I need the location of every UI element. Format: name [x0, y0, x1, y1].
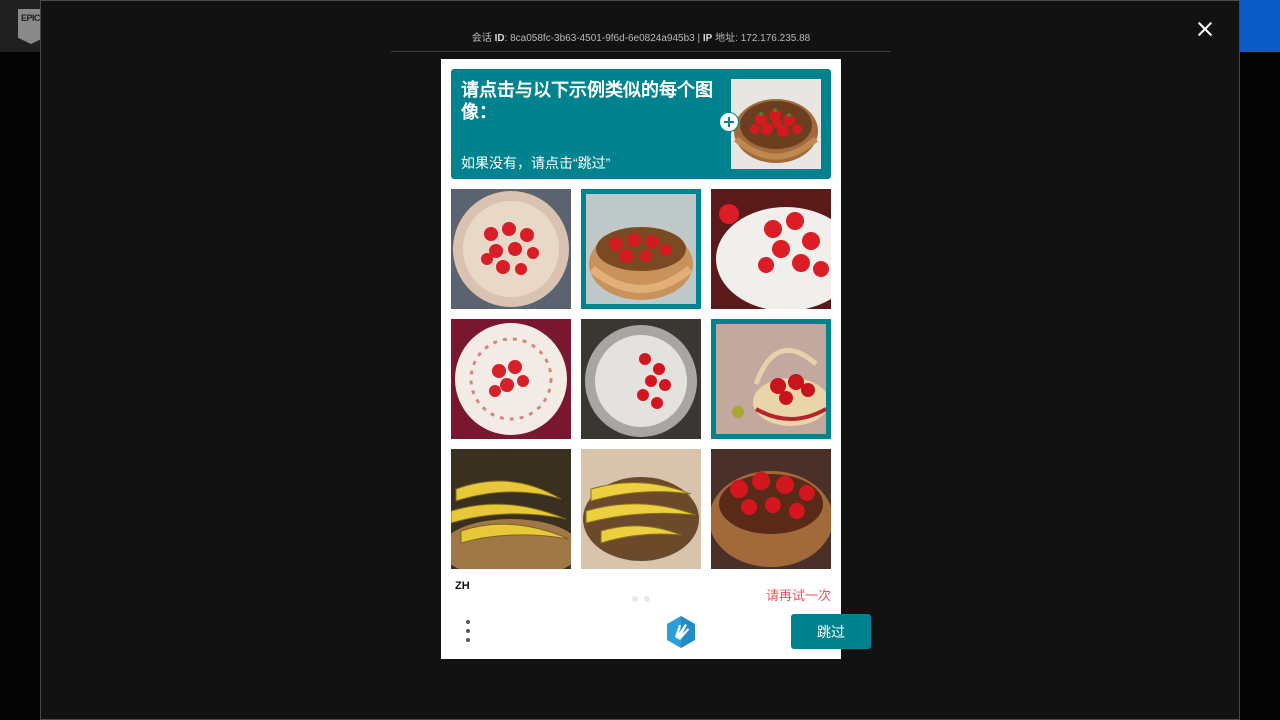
image-tile-2[interactable] [581, 189, 701, 309]
prompt-title: 请点击与以下示例类似的每个图像： [461, 80, 713, 122]
session-id-label: ID [494, 33, 505, 44]
prompt-panel: 请点击与以下示例类似的每个图像： 如果没有，请点击“跳过” [451, 69, 831, 179]
image-tile-1[interactable] [451, 189, 571, 309]
image-tile-3[interactable] [711, 189, 831, 309]
example-image [731, 79, 821, 169]
captcha-modal: 会话 ID: 8ca058fc-3b63-4501-9f6d-6e0824a94… [40, 0, 1240, 720]
add-icon [719, 112, 739, 132]
close-icon[interactable] [1193, 17, 1217, 41]
ip-label: IP [702, 33, 713, 44]
image-tile-9[interactable] [711, 449, 831, 569]
captcha-widget: 请点击与以下示例类似的每个图像： 如果没有，请点击“跳过” ZH 请再试一次 跳… [441, 59, 871, 659]
image-tile-4[interactable] [451, 319, 571, 439]
skip-button[interactable]: 跳过 [791, 614, 871, 649]
language-selector[interactable]: ZH [455, 580, 470, 592]
image-grid [451, 189, 831, 569]
image-tile-7[interactable] [451, 449, 571, 569]
image-tile-8[interactable] [581, 449, 701, 569]
page-dot-2 [644, 596, 650, 602]
session-id-prefix: 会话 [471, 33, 492, 44]
session-id-value: 8ca058fc-3b63-4501-9f6d-6e0824a945b3 [510, 33, 695, 44]
prompt-subtitle: 如果没有，请点击“跳过” [461, 155, 611, 171]
divider [391, 51, 891, 52]
image-tile-6[interactable] [711, 319, 831, 439]
more-vertical-icon[interactable] [461, 617, 475, 647]
ip-value: 172.176.235.88 [740, 33, 811, 44]
hcaptcha-logo-icon [665, 615, 697, 649]
session-info: 会话 ID: 8ca058fc-3b63-4501-9f6d-6e0824a94… [471, 33, 811, 44]
ip-suffix: 地址 [715, 33, 736, 44]
separator: | [697, 33, 701, 44]
page-indicator [632, 589, 656, 607]
error-message: 请再试一次 [765, 588, 831, 603]
page-dot-1 [632, 596, 638, 602]
image-tile-5[interactable] [581, 319, 701, 439]
header-cta-button[interactable] [1236, 0, 1280, 52]
